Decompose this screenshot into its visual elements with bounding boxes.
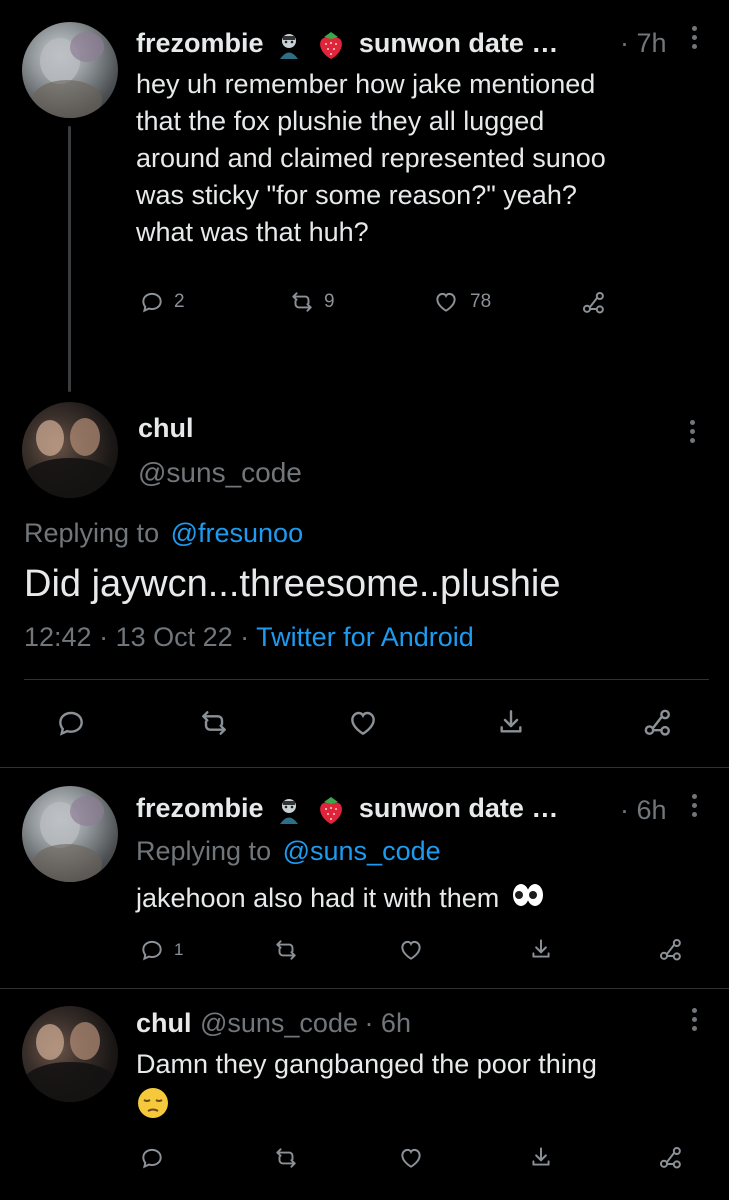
more-icon[interactable] — [692, 26, 698, 53]
tweet-text: Damn they gangbanged the poor thing — [136, 1049, 597, 1079]
share-button[interactable] — [528, 1144, 554, 1170]
divider — [24, 679, 709, 680]
reply-button[interactable]: 1 — [139, 937, 183, 963]
tweet-text-line: around and claimed represented sunoo — [136, 143, 606, 173]
display-name[interactable]: frezombie — [136, 28, 264, 58]
like-icon — [398, 937, 424, 963]
tweet-time[interactable]: · 6h — [620, 795, 667, 826]
replying-to-label: Replying to — [24, 518, 160, 548]
like-count: 78 — [470, 291, 492, 312]
share-button[interactable] — [528, 936, 554, 962]
tweet-text-line: that the fox plushie they all lugged — [136, 106, 545, 136]
more-icon[interactable] — [692, 1008, 698, 1035]
tweet-text-line: hey uh remember how jake mentioned — [136, 69, 596, 99]
retweet-button[interactable] — [198, 707, 230, 739]
zombie-icon — [274, 30, 304, 65]
display-name[interactable]: chul — [136, 1008, 192, 1038]
user-handle[interactable]: @suns_code — [200, 1008, 358, 1038]
pensive-face-icon — [136, 1086, 170, 1125]
handle-truncated[interactable]: sunwon date … — [359, 28, 559, 58]
reply-count: 2 — [174, 291, 185, 312]
like-button[interactable] — [398, 1145, 424, 1171]
retweet-button[interactable] — [273, 1145, 299, 1171]
retweet-icon — [289, 289, 315, 315]
avatar-chul[interactable] — [22, 402, 118, 498]
tweet-time[interactable]: · 6h — [364, 1008, 411, 1038]
like-icon — [347, 707, 379, 739]
like-button[interactable] — [347, 707, 379, 739]
more-icon[interactable] — [690, 420, 696, 447]
user-handle[interactable]: @suns_code — [138, 457, 302, 489]
retweet-button[interactable]: 9 — [289, 289, 335, 315]
retweet-icon — [273, 1145, 299, 1171]
reply-button[interactable]: 2 — [139, 289, 185, 315]
like-button[interactable] — [398, 937, 424, 963]
avatar-frezombie[interactable] — [22, 22, 118, 118]
tweet-text: Did jaywcn...threesome..plushie — [24, 563, 561, 605]
share-icon — [495, 706, 527, 738]
reply-icon — [139, 289, 165, 315]
handle-truncated[interactable]: sunwon date … — [359, 793, 559, 823]
strawberry-icon — [316, 794, 346, 831]
tweet-text-line: what was that huh? — [136, 217, 369, 247]
avatar-frezombie[interactable] — [22, 786, 118, 882]
share-button[interactable] — [580, 289, 608, 317]
reply-icon — [139, 1145, 165, 1171]
share-button[interactable] — [495, 706, 527, 738]
replying-to-handle[interactable]: @suns_code — [283, 836, 441, 866]
like-icon — [398, 1145, 424, 1171]
strawberry-icon — [316, 29, 346, 66]
replying-to-handle[interactable]: @fresunoo — [171, 518, 303, 548]
retweet-button[interactable] — [273, 937, 299, 963]
divider — [0, 767, 729, 768]
retweet-icon — [273, 937, 299, 963]
divider — [0, 988, 729, 989]
tweet-date[interactable]: · 13 Oct 22 · — [99, 622, 249, 652]
reply-button[interactable] — [139, 1145, 165, 1171]
share-network-button[interactable] — [657, 1144, 685, 1172]
tweet-time[interactable]: · 7h — [620, 28, 667, 59]
tweet-text-line: was sticky "for some reason?" yeah? — [136, 180, 577, 210]
share-icon — [528, 936, 554, 962]
share-icon — [657, 1144, 685, 1172]
tweet-time[interactable]: 12:42 — [24, 622, 92, 652]
zombie-icon — [274, 795, 304, 830]
display-name[interactable]: chul — [138, 413, 194, 444]
share-icon — [641, 706, 675, 740]
replying-to-label: Replying to — [136, 836, 272, 866]
reply-icon — [55, 707, 87, 739]
avatar-chul[interactable] — [22, 1006, 118, 1102]
share-icon — [657, 936, 685, 964]
thread-line — [68, 126, 71, 392]
retweet-count: 9 — [324, 291, 335, 312]
retweet-icon — [198, 707, 230, 739]
eyes-icon — [511, 881, 545, 918]
display-name[interactable]: frezombie — [136, 793, 264, 823]
share-network-button[interactable] — [657, 936, 685, 964]
like-button[interactable]: 78 — [433, 289, 491, 315]
tweet-text: jakehoon also had it with them — [136, 883, 500, 913]
more-icon[interactable] — [692, 794, 698, 821]
reply-icon — [139, 937, 165, 963]
share-icon — [580, 289, 608, 317]
like-icon — [433, 289, 459, 315]
share-network-button[interactable] — [641, 706, 675, 740]
tweet-client[interactable]: Twitter for Android — [256, 622, 474, 652]
reply-count: 1 — [174, 940, 184, 959]
share-icon — [528, 1144, 554, 1170]
reply-button[interactable] — [55, 707, 87, 739]
